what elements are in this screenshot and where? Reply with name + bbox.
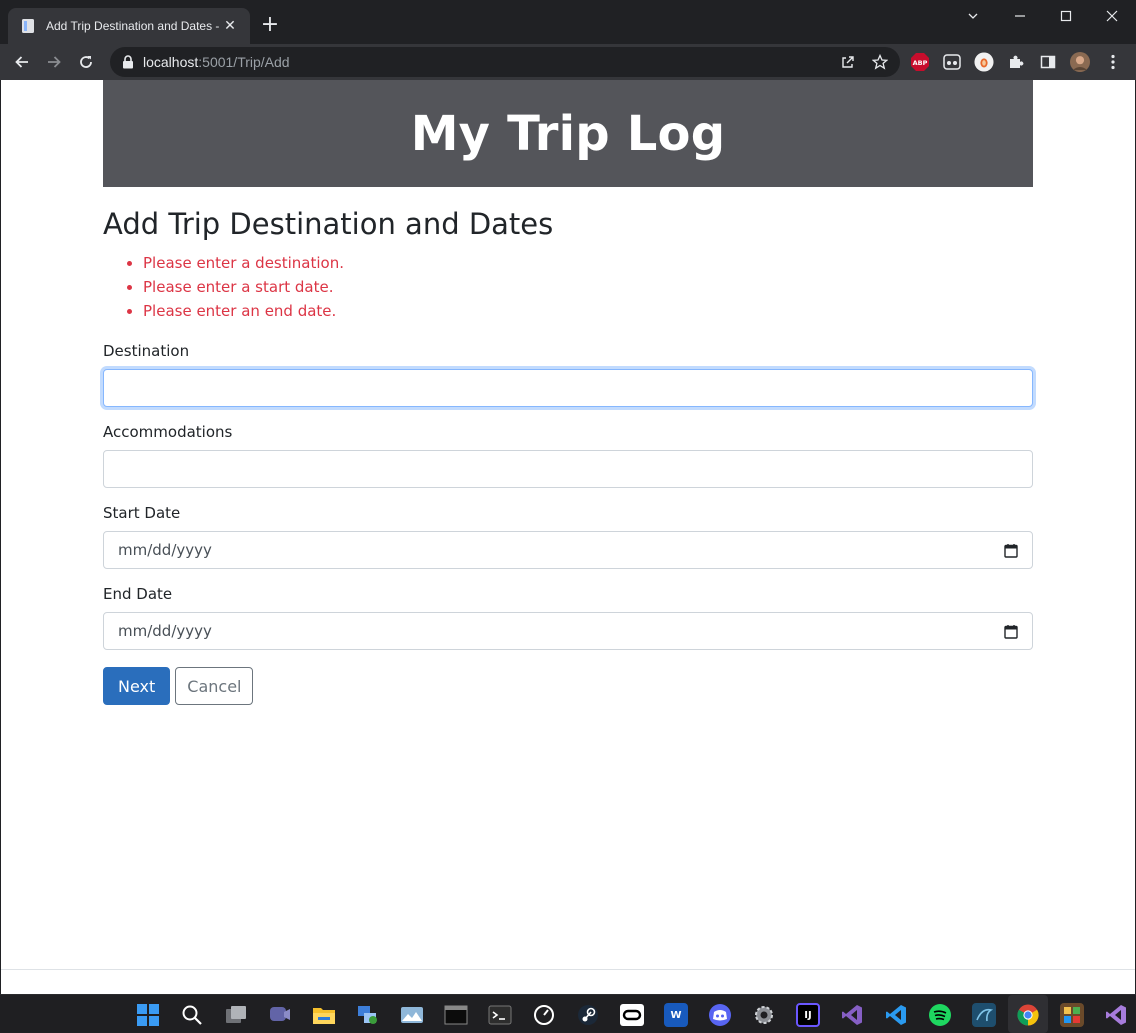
tab-title: Add Trip Destination and Dates - [46, 19, 220, 33]
adblock-plus-icon[interactable]: ABP [910, 52, 930, 72]
validation-error: Please enter a destination. [143, 251, 1033, 275]
browser-toolbar: localhost:5001/Trip/Add ABP [0, 44, 1136, 80]
validation-error: Please enter a start date. [143, 275, 1033, 299]
end-date-input[interactable]: mm/dd/yyyy [103, 612, 1033, 650]
destination-input[interactable] [103, 369, 1033, 407]
cancel-button[interactable]: Cancel [175, 667, 254, 705]
url-host: localhost [143, 54, 199, 70]
browser-tabstrip: Add Trip Destination and Dates - ✕ + [0, 0, 1136, 44]
teams-chat-icon[interactable] [268, 1003, 292, 1027]
tab-close-icon[interactable]: ✕ [220, 16, 240, 36]
calendar-icon[interactable] [1004, 624, 1018, 639]
side-panel-icon[interactable] [1038, 52, 1058, 72]
browser-tab-active[interactable]: Add Trip Destination and Dates - ✕ [8, 8, 250, 44]
page-favicon-icon [20, 18, 36, 34]
reload-icon[interactable] [70, 46, 102, 78]
destination-group: Destination [103, 342, 1033, 407]
honey-extension-icon[interactable] [974, 52, 994, 72]
settings-gear-icon[interactable] [752, 1003, 776, 1027]
page-viewport: My Trip Log Add Trip Destination and Dat… [1, 80, 1135, 994]
new-tab-button[interactable]: + [258, 14, 282, 38]
start-date-label: Start Date [103, 504, 181, 522]
file-explorer-icon[interactable] [312, 1003, 336, 1027]
accommodations-input[interactable] [103, 450, 1033, 488]
chrome-icon[interactable] [1016, 1003, 1040, 1027]
terminal-icon[interactable] [488, 1003, 512, 1027]
spotify-icon[interactable] [928, 1003, 952, 1027]
task-view-icon[interactable] [224, 1003, 248, 1027]
lock-icon [123, 55, 133, 69]
visual-studio-icon[interactable] [840, 1003, 864, 1027]
discord-icon[interactable] [708, 1003, 732, 1027]
end-date-placeholder: mm/dd/yyyy [118, 622, 212, 640]
footer-divider [1, 969, 1135, 970]
terminal-dark-icon[interactable] [444, 1003, 468, 1027]
maximize-icon[interactable] [1043, 0, 1089, 32]
word-label: W [670, 1009, 682, 1021]
photos-icon[interactable] [400, 1003, 424, 1027]
app-grid-icon[interactable] [1060, 1003, 1084, 1027]
svg-text:ABP: ABP [913, 59, 928, 67]
accommodations-label: Accommodations [103, 423, 233, 441]
site-title: My Trip Log [410, 105, 726, 162]
form-actions: Next Cancel [103, 667, 1033, 705]
end-date-label: End Date [103, 585, 173, 603]
jetbrains-label: IJ [804, 1009, 812, 1021]
validation-summary: Please enter a destination. Please enter… [103, 251, 1033, 323]
profile-avatar[interactable] [1070, 52, 1090, 72]
start-icon[interactable] [136, 1003, 160, 1027]
tab-search-icon[interactable] [950, 0, 996, 32]
oculus-icon[interactable] [620, 1003, 644, 1027]
minimize-icon[interactable] [997, 0, 1043, 32]
speed-gauge-icon[interactable] [532, 1003, 556, 1027]
start-date-placeholder: mm/dd/yyyy [118, 541, 212, 559]
start-date-input[interactable]: mm/dd/yyyy [103, 531, 1033, 569]
word-icon[interactable]: W [664, 1003, 688, 1027]
network-tool-icon[interactable] [356, 1003, 380, 1027]
back-icon[interactable] [6, 46, 38, 78]
validation-error: Please enter an end date. [143, 299, 1033, 323]
calendar-icon[interactable] [1004, 543, 1018, 558]
chrome-menu-icon[interactable] [1103, 52, 1123, 72]
share-icon[interactable] [840, 54, 856, 70]
extensions-puzzle-icon[interactable] [1006, 52, 1026, 72]
accommodations-group: Accommodations [103, 423, 1033, 488]
next-button[interactable]: Next [103, 667, 171, 705]
visual-studio-preview-icon[interactable] [1104, 1003, 1128, 1027]
jetbrains-icon[interactable]: IJ [796, 1003, 820, 1027]
site-banner: My Trip Log [103, 80, 1033, 187]
address-bar[interactable]: localhost:5001/Trip/Add [110, 47, 900, 77]
start-date-group: Start Date mm/dd/yyyy [103, 504, 1033, 569]
destination-label: Destination [103, 342, 190, 360]
windows-taskbar: W IJ [0, 994, 1136, 1033]
steam-icon[interactable] [576, 1003, 600, 1027]
vscode-icon[interactable] [884, 1003, 908, 1027]
url-path: :5001/Trip/Add [198, 54, 290, 70]
end-date-group: End Date mm/dd/yyyy [103, 585, 1033, 650]
reader-extension-icon[interactable] [942, 52, 962, 72]
search-icon[interactable] [180, 1003, 204, 1027]
page-container: My Trip Log Add Trip Destination and Dat… [103, 80, 1033, 705]
window-close-icon[interactable] [1089, 0, 1135, 32]
mysql-workbench-icon[interactable] [972, 1003, 996, 1027]
page-title: Add Trip Destination and Dates [103, 207, 554, 241]
forward-icon[interactable] [38, 46, 70, 78]
bookmark-star-icon[interactable] [872, 54, 888, 70]
